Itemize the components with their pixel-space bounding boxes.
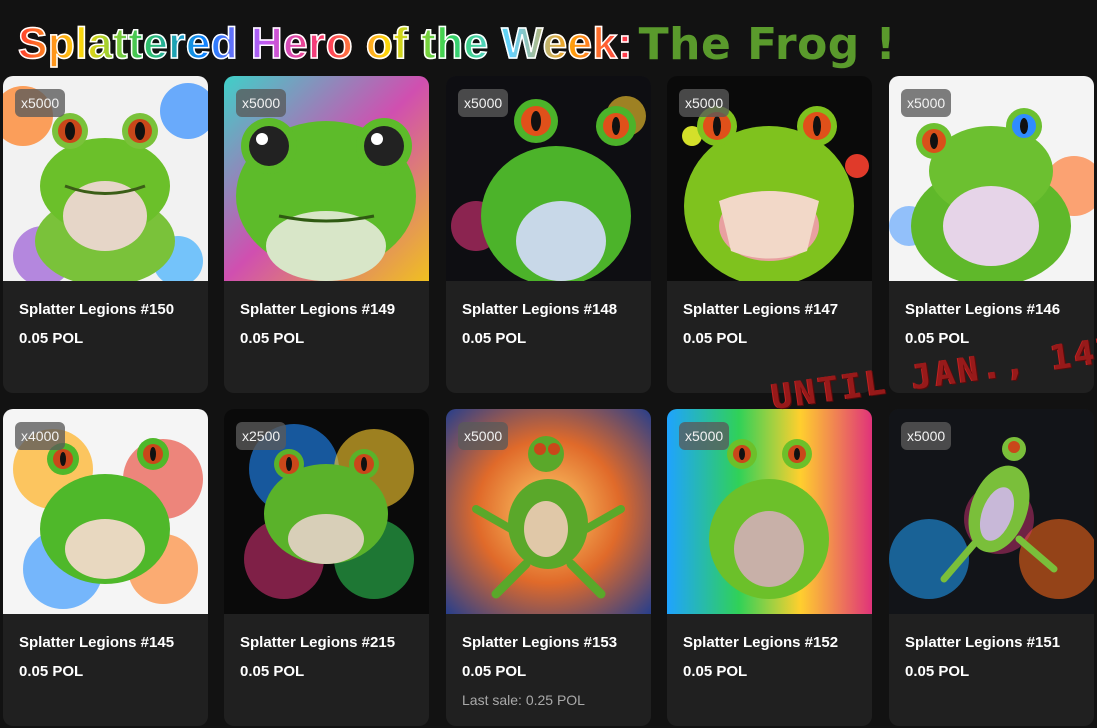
nft-price: 0.05 POL	[19, 663, 84, 680]
nft-artwork[interactable]: x5000	[889, 409, 1094, 614]
edition-count-badge: x5000	[458, 89, 509, 117]
nft-price: 0.05 POL	[462, 663, 527, 680]
nft-card[interactable]: x5000 Splatter Legions #151 0.05 POL	[889, 409, 1094, 726]
nft-name: Splatter Legions #150	[19, 301, 175, 318]
nft-name: Splatter Legions #215	[240, 634, 396, 651]
nft-artwork[interactable]: x4000	[3, 409, 208, 614]
nft-card[interactable]: x2500 Splatter Legions #215 0.05 POL	[224, 409, 429, 726]
nft-name: Splatter Legions #149	[240, 301, 396, 318]
edition-count-badge: x5000	[901, 89, 952, 117]
title-prefix: Splattered Hero of the Week:	[17, 18, 633, 69]
nft-card[interactable]: x4000 Splatter Legions #145 0.05 POL	[3, 409, 208, 726]
nft-name: Splatter Legions #146	[905, 301, 1061, 318]
nft-artwork[interactable]: x5000	[446, 409, 651, 614]
nft-price: 0.05 POL	[683, 663, 748, 680]
nft-card[interactable]: x5000 Splatter Legions #152 0.05 POL	[667, 409, 872, 726]
collection-page: Splattered Hero of the Week: The Frog ! …	[0, 0, 1097, 728]
edition-count-badge: x5000	[236, 89, 287, 117]
nft-artwork[interactable]: x5000	[667, 76, 872, 281]
nft-card[interactable]: x5000 Splatter Legions #147 0.05 POL	[667, 76, 872, 393]
title-hero: The Frog !	[638, 18, 897, 70]
nft-artwork[interactable]: x5000	[224, 76, 429, 281]
nft-name: Splatter Legions #148	[462, 301, 618, 318]
edition-count-badge: x4000	[15, 422, 66, 450]
edition-count-badge: x5000	[679, 89, 730, 117]
nft-name: Splatter Legions #153	[462, 634, 618, 651]
edition-count-badge: x5000	[15, 89, 66, 117]
nft-card[interactable]: x5000 Splatter Legions #153 0.05 POL Las…	[446, 409, 651, 726]
nft-card[interactable]: x5000 Splatter Legions #148 0.05 POL	[446, 76, 651, 393]
nft-price: 0.05 POL	[683, 330, 748, 347]
nft-name: Splatter Legions #147	[683, 301, 839, 318]
nft-price: 0.05 POL	[19, 330, 84, 347]
edition-count-badge: x5000	[458, 422, 509, 450]
last-sale: Last sale: 0.25 POL	[462, 692, 585, 708]
nft-price: 0.05 POL	[905, 330, 970, 347]
nft-artwork[interactable]: x2500	[224, 409, 429, 614]
nft-price: 0.05 POL	[905, 663, 970, 680]
page-title: Splattered Hero of the Week: The Frog !	[17, 14, 897, 74]
nft-artwork[interactable]: x5000	[3, 76, 208, 281]
edition-count-badge: x5000	[679, 422, 730, 450]
edition-count-badge: x2500	[236, 422, 287, 450]
nft-name: Splatter Legions #151	[905, 634, 1061, 651]
nft-name: Splatter Legions #145	[19, 634, 175, 651]
nft-price: 0.05 POL	[240, 330, 305, 347]
nft-artwork[interactable]: x5000	[446, 76, 651, 281]
nft-card[interactable]: x5000 Splatter Legions #150 0.05 POL	[3, 76, 208, 393]
nft-card[interactable]: x5000 Splatter Legions #149 0.05 POL	[224, 76, 429, 393]
nft-price: 0.05 POL	[240, 663, 305, 680]
nft-artwork[interactable]: x5000	[667, 409, 872, 614]
nft-price: 0.05 POL	[462, 330, 527, 347]
edition-count-badge: x5000	[901, 422, 952, 450]
nft-artwork[interactable]: x5000	[889, 76, 1094, 281]
nft-name: Splatter Legions #152	[683, 634, 839, 651]
